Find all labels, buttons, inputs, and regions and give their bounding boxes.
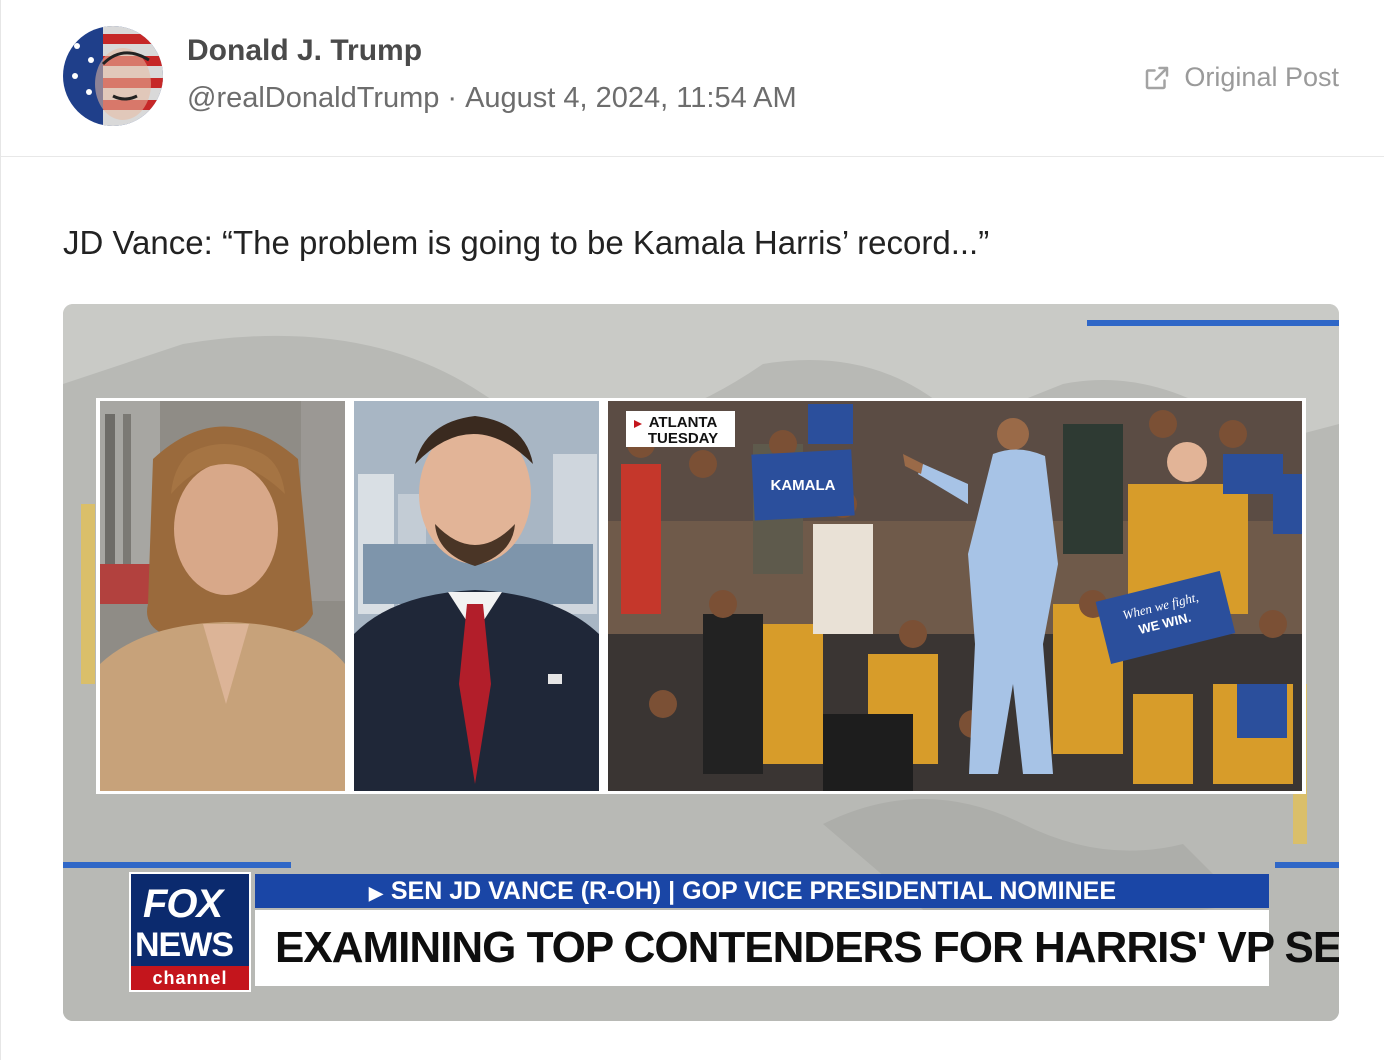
chyron-headline: EXAMINING TOP CONTENDERS FOR HARRIS' VP …: [255, 910, 1339, 986]
guest-panel: [354, 401, 599, 791]
panel-tag-line2: TUESDAY: [648, 430, 718, 447]
chyron-subtitle: ▶ SEN JD VANCE (R-OH) | GOP VICE PRESIDEN…: [255, 874, 1269, 908]
post-header: Donald J. Trump @realDonaldTrump · August …: [1, 0, 1384, 157]
play-triangle-icon: ▶: [369, 883, 383, 903]
author-name[interactable]: Donald J. Trump: [187, 34, 422, 68]
logo-news-text: NEWS: [135, 926, 234, 964]
fox-news-logo: FOX NEWS channel: [129, 872, 251, 992]
author-handle[interactable]: @realDonaldTrump: [187, 82, 439, 114]
original-post-label: Original Post: [1184, 62, 1339, 92]
video-media[interactable]: KAMALA When we fight, WE WIN. ATLANTA TU…: [63, 304, 1339, 1021]
post-text: JD Vance: “The problem is going to be Ka…: [63, 224, 990, 261]
post-card: Donald J. Trump @realDonaldTrump · August …: [0, 0, 1384, 1060]
news-lower-third: FOX NEWS channel ▶ SEN JD VANCE (R-OH) | …: [129, 872, 1339, 992]
avatar-image: [63, 26, 163, 126]
kamala-sign-text: KAMALA: [771, 477, 836, 494]
original-post-link[interactable]: Original Post: [1142, 62, 1339, 93]
chyron-subtitle-text: SEN JD VANCE (R-OH) | GOP VICE PRESIDENT…: [390, 877, 1116, 905]
avatar[interactable]: [63, 26, 163, 126]
post-meta: @realDonaldTrump · August 4, 2024, 11:54 A…: [187, 82, 797, 115]
meta-separator: ·: [447, 82, 458, 114]
logo-channel-text: channel: [131, 966, 249, 990]
rally-panel: KAMALA When we fight, WE WIN. ATLANTA TU…: [608, 401, 1302, 791]
logo-fox-text: FOX: [143, 882, 223, 926]
anchor-panel: [100, 401, 345, 791]
kamala-sign: KAMALA: [751, 449, 855, 521]
external-link-icon: [1146, 66, 1169, 89]
post-timestamp[interactable]: August 4, 2024, 11:54 AM: [465, 82, 797, 114]
panel-tag-line1: ATLANTA: [649, 414, 718, 431]
